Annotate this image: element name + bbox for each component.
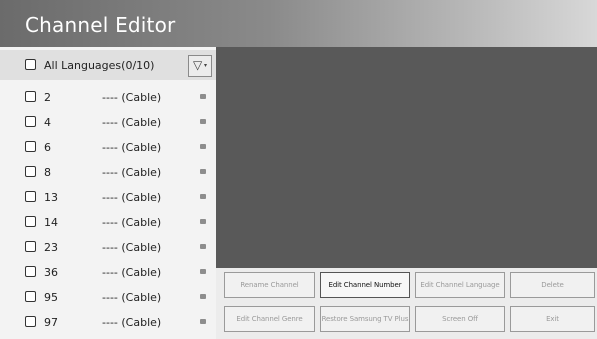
channel-number: 13 (44, 191, 58, 204)
channel-checkbox[interactable] (25, 91, 36, 102)
lock-icon (200, 94, 206, 99)
channel-number: 95 (44, 291, 58, 304)
channel-name: ---- (Cable) (102, 216, 162, 229)
lock-icon (200, 119, 206, 124)
lock-icon (200, 269, 206, 274)
channel-checkbox[interactable] (25, 191, 36, 202)
channel-row[interactable]: 23 ---- (Cable) (0, 234, 216, 259)
channel-checkbox[interactable] (25, 266, 36, 277)
lock-icon (200, 144, 206, 149)
exit-button[interactable]: Exit (510, 306, 595, 332)
channel-number: 4 (44, 116, 51, 129)
lock-icon (200, 294, 206, 299)
channel-name: ---- (Cable) (102, 191, 162, 204)
channel-checkbox[interactable] (25, 241, 36, 252)
channel-name: ---- (Cable) (102, 266, 162, 279)
channel-checkbox[interactable] (25, 116, 36, 127)
filter-button[interactable]: ▽ ▾ (188, 55, 212, 77)
channel-name: ---- (Cable) (102, 291, 162, 304)
lock-icon (200, 244, 206, 249)
channel-checkbox[interactable] (25, 291, 36, 302)
channel-row[interactable]: 97 ---- (Cable) (0, 309, 216, 334)
filter-icon: ▽ (193, 58, 203, 72)
channel-name: ---- (Cable) (102, 316, 162, 329)
restore-samsung-tv-plus-button[interactable]: Restore Samsung TV Plus (320, 306, 410, 332)
title-bar: Channel Editor (0, 0, 597, 47)
language-filter-label: All Languages(0/10) (44, 59, 155, 72)
channel-row[interactable]: 14 ---- (Cable) (0, 209, 216, 234)
channel-checkbox[interactable] (25, 166, 36, 177)
channel-preview (216, 47, 597, 268)
channel-name: ---- (Cable) (102, 116, 162, 129)
channel-number: 2 (44, 91, 51, 104)
rename-channel-button[interactable]: Rename Channel (224, 272, 315, 298)
channel-number: 14 (44, 216, 58, 229)
delete-button[interactable]: Delete (510, 272, 595, 298)
channel-row[interactable]: 13 ---- (Cable) (0, 184, 216, 209)
channel-row[interactable]: 2 ---- (Cable) (0, 84, 216, 109)
lock-icon (200, 219, 206, 224)
channel-checkbox[interactable] (25, 141, 36, 152)
channel-checkbox[interactable] (25, 316, 36, 327)
edit-channel-language-button[interactable]: Edit Channel Language (415, 272, 505, 298)
channel-row[interactable]: 95 ---- (Cable) (0, 284, 216, 309)
lock-icon (200, 169, 206, 174)
channel-list-panel: All Languages(0/10) ▽ ▾ 2 ---- (Cable) 4… (0, 47, 216, 339)
channel-number: 6 (44, 141, 51, 154)
page-title: Channel Editor (25, 13, 176, 37)
channel-name: ---- (Cable) (102, 166, 162, 179)
channel-name: ---- (Cable) (102, 241, 162, 254)
screen-off-button[interactable]: Screen Off (415, 306, 505, 332)
channel-row[interactable]: 4 ---- (Cable) (0, 109, 216, 134)
channel-number: 23 (44, 241, 58, 254)
chevron-down-icon: ▾ (204, 62, 208, 69)
channel-name: ---- (Cable) (102, 141, 162, 154)
lock-icon (200, 319, 206, 324)
channel-row[interactable]: 6 ---- (Cable) (0, 134, 216, 159)
edit-channel-number-button[interactable]: Edit Channel Number (320, 272, 410, 298)
channel-checkbox[interactable] (25, 216, 36, 227)
channel-name: ---- (Cable) (102, 91, 162, 104)
select-all-checkbox[interactable] (25, 59, 36, 70)
channel-number: 8 (44, 166, 51, 179)
language-filter-row[interactable]: All Languages(0/10) ▽ ▾ (0, 50, 216, 80)
action-button-area: Rename Channel Edit Channel Number Edit … (216, 268, 597, 339)
channel-number: 97 (44, 316, 58, 329)
edit-channel-genre-button[interactable]: Edit Channel Genre (224, 306, 315, 332)
channel-row[interactable]: 36 ---- (Cable) (0, 259, 216, 284)
lock-icon (200, 194, 206, 199)
channel-number: 36 (44, 266, 58, 279)
channel-row[interactable]: 8 ---- (Cable) (0, 159, 216, 184)
